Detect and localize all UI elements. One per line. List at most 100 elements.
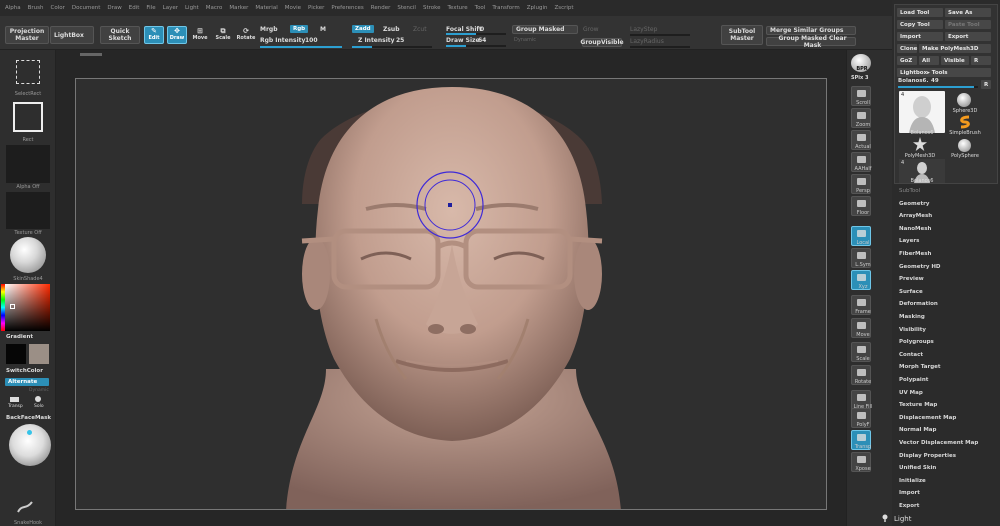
submenu-morph-target[interactable]: Morph Target: [899, 364, 941, 370]
scale-button[interactable]: ⧉ Scale: [213, 26, 233, 44]
right-actual-button[interactable]: Actual: [851, 130, 871, 150]
menu-marker[interactable]: Marker: [229, 5, 248, 11]
submenu-unified-skin[interactable]: Unified Skin: [899, 465, 936, 471]
menu-alpha[interactable]: Alpha: [5, 5, 21, 11]
lazyradius-slider[interactable]: [630, 46, 690, 48]
right-transp-button[interactable]: Transp: [851, 430, 871, 450]
switchcolor-button[interactable]: SwitchColor: [6, 368, 43, 374]
visible-button[interactable]: Visible: [941, 56, 969, 65]
load-tool-button[interactable]: Load Tool: [897, 8, 943, 17]
group-visible-button[interactable]: GroupVisible: [580, 38, 624, 47]
submenu-visibility[interactable]: Visibility: [899, 327, 926, 333]
color-cursor[interactable]: [10, 304, 15, 309]
menu-transform[interactable]: Transform: [492, 5, 519, 11]
m-toggle[interactable]: M: [320, 26, 326, 33]
submenu-export[interactable]: Export: [899, 503, 919, 509]
menu-color[interactable]: Color: [51, 5, 65, 11]
right-move-button[interactable]: Move: [851, 318, 871, 338]
goz-button[interactable]: GoZ: [897, 56, 917, 65]
simplebrush-icon[interactable]: [958, 115, 972, 129]
current-tool-slider[interactable]: [898, 86, 978, 88]
quick-sketch-button[interactable]: Quick Sketch: [100, 26, 140, 44]
right-frame-button[interactable]: Frame: [851, 295, 871, 315]
menu-stencil[interactable]: Stencil: [397, 5, 416, 11]
menu-macro[interactable]: Macro: [206, 5, 223, 11]
material-button[interactable]: [6, 237, 50, 275]
head-model[interactable]: [76, 79, 827, 510]
lightbox-tools-button[interactable]: Lightbox▸ Tools: [897, 68, 991, 77]
rect-button[interactable]: [6, 98, 50, 136]
zcut-toggle[interactable]: Zcut: [413, 26, 427, 33]
submenu-polygroups[interactable]: Polygroups: [899, 339, 934, 345]
copy-tool-button[interactable]: Copy Tool: [897, 20, 943, 29]
submenu-contact[interactable]: Contact: [899, 352, 923, 358]
right-rotate-button[interactable]: Rotate: [851, 365, 871, 385]
r-tool-button[interactable]: R: [981, 80, 991, 89]
zadd-toggle[interactable]: Zadd: [352, 25, 374, 33]
right-persp-button[interactable]: Persp: [851, 174, 871, 194]
submenu-uv-map[interactable]: UV Map: [899, 390, 923, 396]
submenu-import[interactable]: Import: [899, 490, 920, 496]
backfacemask-button[interactable]: BackFaceMask: [6, 415, 51, 421]
snakehook-icon[interactable]: [16, 500, 34, 514]
polysphere-icon[interactable]: [958, 139, 971, 152]
import-button[interactable]: Import: [897, 32, 943, 41]
selectrect-button[interactable]: [6, 54, 50, 90]
menu-material[interactable]: Material: [255, 5, 277, 11]
right-scroll-button[interactable]: Scroll: [851, 86, 871, 106]
r-button[interactable]: R: [971, 56, 991, 65]
main-color-swatch[interactable]: [6, 344, 26, 364]
menu-preferences[interactable]: Preferences: [331, 5, 363, 11]
menu-render[interactable]: Render: [371, 5, 391, 11]
submenu-layers[interactable]: Layers: [899, 238, 919, 244]
z-intensity-slider[interactable]: [352, 46, 432, 48]
submenu-surface[interactable]: Surface: [899, 289, 923, 295]
rgb-intensity-slider[interactable]: [260, 46, 342, 48]
draw-size-slider[interactable]: [446, 45, 506, 47]
right-polyf-button[interactable]: PolyF: [851, 408, 871, 428]
tool-thumb-bolanos6[interactable]: 4: [899, 91, 945, 133]
subtool-master-button[interactable]: SubTool Master: [721, 25, 763, 45]
submenu-arraymesh[interactable]: ArrayMesh: [899, 213, 932, 219]
submenu-initialize[interactable]: Initialize: [899, 478, 926, 484]
submenu-masking[interactable]: Masking: [899, 314, 925, 320]
menu-brush[interactable]: Brush: [28, 5, 44, 11]
mrgb-toggle[interactable]: Mrgb: [260, 26, 278, 33]
rotate-button[interactable]: ⟳ Rotate: [236, 26, 256, 44]
lightbox-button[interactable]: LightBox: [50, 26, 94, 44]
alpha-button[interactable]: [6, 145, 50, 183]
clone-button[interactable]: Clone: [897, 44, 917, 53]
zsub-toggle[interactable]: Zsub: [383, 26, 400, 33]
rgb-toggle[interactable]: Rgb: [290, 25, 309, 33]
hue-strip[interactable]: [1, 284, 5, 331]
menu-draw[interactable]: Draw: [107, 5, 121, 11]
submenu-fibermesh[interactable]: FiberMesh: [899, 251, 931, 257]
make-polymesh3d-button[interactable]: Make PolyMesh3D: [919, 44, 991, 53]
menu-layer[interactable]: Layer: [163, 5, 178, 11]
document-area[interactable]: [75, 78, 827, 510]
menu-light[interactable]: Light: [185, 5, 199, 11]
group-masked-button[interactable]: Group Masked: [512, 25, 578, 34]
submenu-subtool[interactable]: SubTool: [899, 188, 920, 194]
right-floor-button[interactable]: Floor: [851, 196, 871, 216]
right-scale-button[interactable]: Scale: [851, 342, 871, 362]
submenu-deformation[interactable]: Deformation: [899, 301, 938, 307]
sphere3d-icon[interactable]: [957, 93, 971, 107]
brush-preview-sphere[interactable]: [9, 424, 51, 466]
projection-master-button[interactable]: Projection Master: [5, 26, 49, 44]
menu-movie[interactable]: Movie: [285, 5, 301, 11]
submenu-nanomesh[interactable]: NanoMesh: [899, 226, 931, 232]
transp-icon[interactable]: [9, 395, 21, 403]
group-masked-clear-mask-button[interactable]: Group Masked Clear Mask: [766, 35, 856, 49]
right-xpose-button[interactable]: Xpose: [851, 452, 871, 472]
export-button[interactable]: Export: [945, 32, 991, 41]
menu-zscript[interactable]: Zscript: [554, 5, 573, 11]
menu-document[interactable]: Document: [72, 5, 101, 11]
submenu-texture-map[interactable]: Texture Map: [899, 402, 937, 408]
submenu-normal-map[interactable]: Normal Map: [899, 427, 936, 433]
menu-edit[interactable]: Edit: [129, 5, 140, 11]
submenu-geometry[interactable]: Geometry: [899, 201, 929, 207]
draw-button[interactable]: ✥ Draw: [167, 26, 187, 44]
polymesh3d-icon[interactable]: [913, 137, 927, 151]
paste-tool-button[interactable]: Paste Tool: [945, 20, 991, 29]
